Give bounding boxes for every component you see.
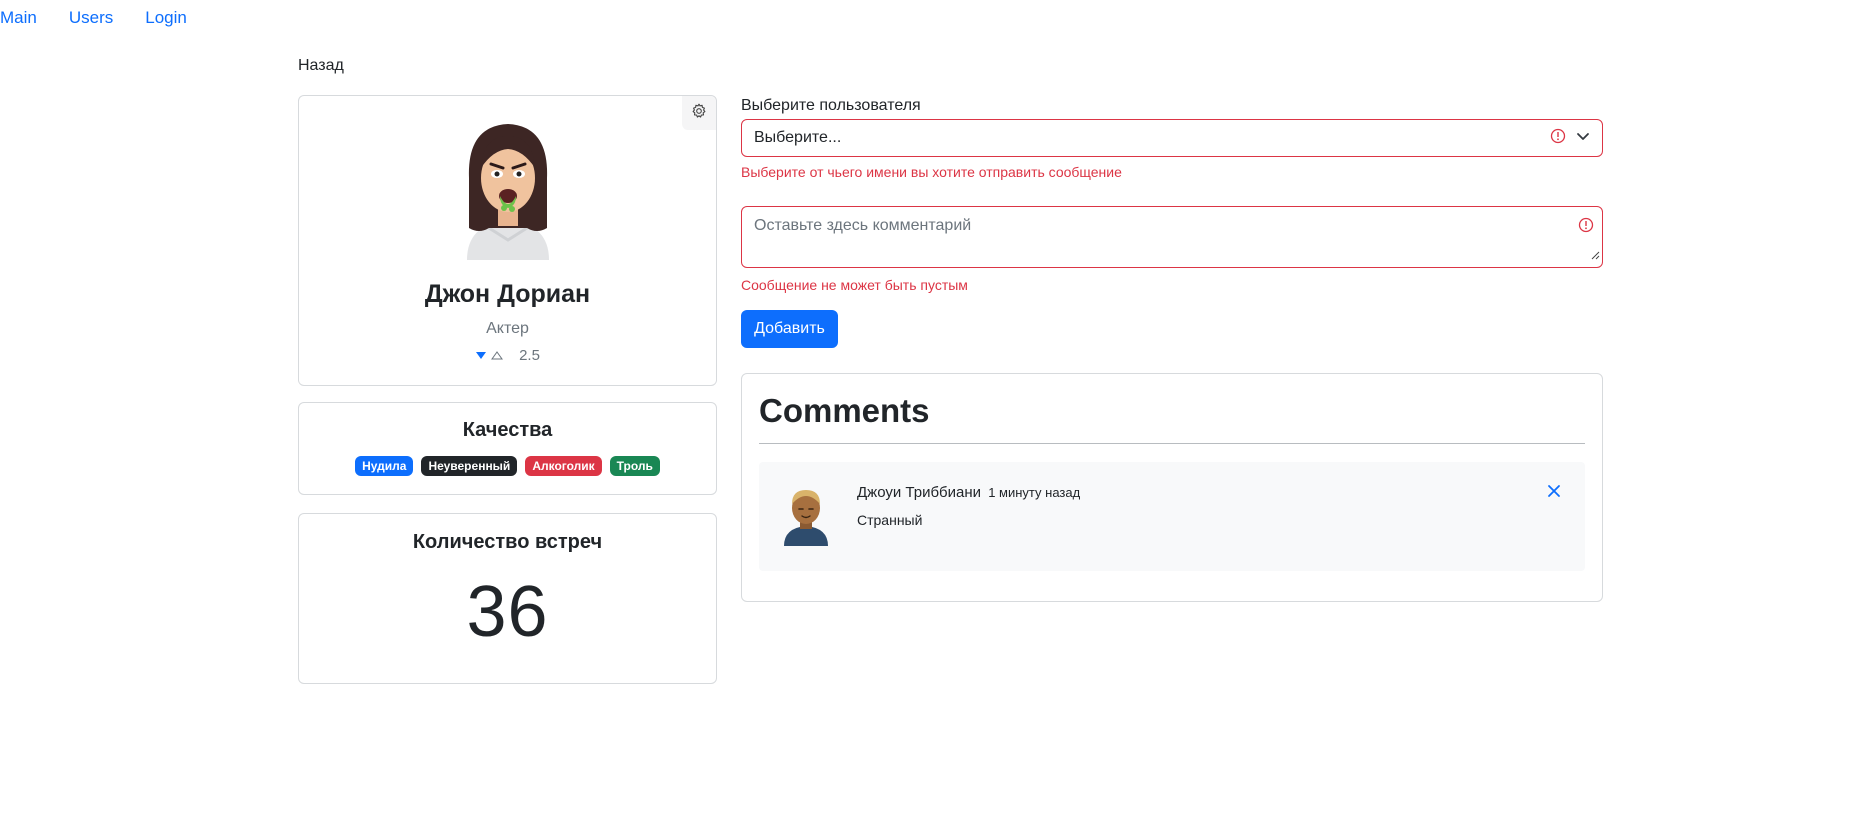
comment-time: 1 минуту назад (988, 485, 1081, 500)
nav-link-users[interactable]: Users (69, 8, 113, 28)
select-user-dropdown[interactable]: Выберите... (741, 119, 1603, 157)
select-user-error: Выберите от чьего имени вы хотите отправ… (741, 164, 1122, 180)
quality-badge: Неуверенный (421, 456, 518, 476)
caret-down-filled-icon[interactable] (475, 351, 487, 360)
caret-up-outline-icon[interactable] (491, 351, 504, 360)
select-user-label: Выберите пользователя (741, 97, 921, 114)
comment-error: Сообщение не может быть пустым (741, 277, 968, 293)
comment-header: Джоуи Триббиани 1 минуту назад (857, 484, 1080, 501)
rating: 2.5 (299, 347, 716, 364)
comment-textarea[interactable]: Оставьте здесь комментарий (741, 206, 1603, 268)
rating-value: 2.5 (519, 347, 540, 364)
resize-handle-icon[interactable] (1590, 247, 1600, 265)
comments-card: Comments Джоуи Триббиани 1 минуту назад … (741, 373, 1603, 602)
comment-item: Джоуи Триббиани 1 минуту назад Странный (759, 462, 1585, 571)
nav-link-main[interactable]: Main (0, 8, 37, 28)
comment-author: Джоуи Триббиани (857, 484, 982, 501)
comment-placeholder: Оставьте здесь комментарий (754, 217, 972, 234)
profile-profession: Актер (486, 320, 529, 337)
profile-avatar (453, 116, 563, 260)
back-button[interactable]: Назад (298, 57, 344, 75)
close-icon[interactable] (1547, 484, 1561, 503)
qualities-title: Качества (462, 419, 553, 441)
add-comment-button[interactable]: Добавить (741, 310, 838, 348)
comments-title: Comments (759, 392, 930, 429)
meetings-count: 36 (466, 572, 549, 652)
settings-button[interactable] (682, 96, 716, 130)
exclamation-circle-icon (1578, 217, 1594, 238)
profile-name: Джон Дориан (424, 280, 591, 308)
meetings-card: Количество встреч 36 (298, 513, 717, 684)
exclamation-circle-icon (1550, 128, 1566, 149)
nav-link-login[interactable]: Login (145, 8, 187, 28)
profile-card: Джон Дориан Актер 2.5 (298, 95, 717, 386)
quality-badge: Алкоголик (525, 456, 602, 476)
chevron-down-icon (1576, 129, 1590, 148)
top-nav: Main Users Login (0, 8, 219, 28)
qualities-badges: Нудила Неуверенный Алкоголик Троль (299, 456, 716, 476)
quality-badge: Нудила (355, 456, 414, 476)
quality-badge: Троль (609, 456, 660, 476)
comment-text: Странный (857, 512, 923, 528)
select-user-value: Выберите... (754, 129, 842, 146)
meetings-title: Количество встреч (412, 531, 603, 553)
avatar (781, 482, 831, 546)
qualities-card: Качества Нудила Неуверенный Алкоголик Тр… (298, 402, 717, 495)
divider (759, 443, 1585, 444)
gear-icon (691, 103, 707, 124)
